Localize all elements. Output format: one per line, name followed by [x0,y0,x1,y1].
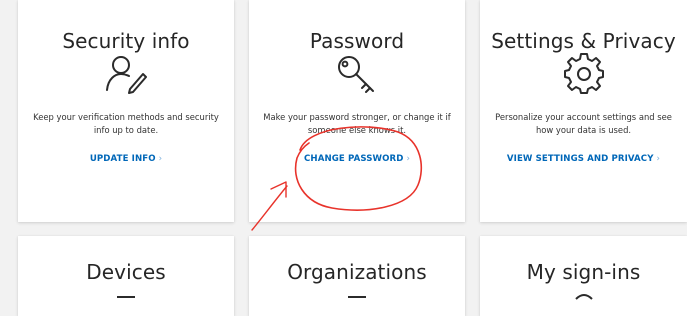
chevron-right-icon: › [656,154,661,164]
password-card[interactable]: Password Make your password stronger, or… [249,0,465,222]
security-info-title: Security info [62,29,190,53]
settings-privacy-title: Settings & Privacy [491,29,676,53]
settings-privacy-description: Personalize your account settings and se… [495,112,672,135]
password-description: Make your password stronger, or change i… [263,112,451,135]
password-title: Password [309,29,405,53]
change-password-label: CHANGE PASSWORD [304,154,404,164]
security-info-description: Keep your verification methods and secur… [33,112,219,135]
key-icon [335,53,379,99]
devices-title: Devices [86,260,166,284]
security-info-card[interactable]: Security info Keep your verification met… [18,0,234,222]
update-info-label: UPDATE INFO [89,154,156,164]
sign-ins-icon [569,285,599,304]
gear-icon [563,53,605,99]
view-settings-privacy-label: VIEW SETTINGS AND PRIVACY [506,154,654,164]
my-sign-ins-title: My sign-ins [526,260,641,284]
organizations-card[interactable]: Organizations [249,236,465,316]
user-edit-icon [104,54,148,98]
chevron-right-icon: › [406,154,410,164]
settings-privacy-card[interactable]: Settings & Privacy Personalize your acco… [480,0,687,222]
change-password-link[interactable]: CHANGE PASSWORD › [249,154,465,164]
update-info-link[interactable]: UPDATE INFO › [18,154,234,164]
my-sign-ins-card[interactable]: My sign-ins [480,236,687,316]
organization-icon [342,286,372,305]
devices-card[interactable]: Devices [18,236,234,316]
organizations-title: Organizations [287,260,427,284]
chevron-right-icon: › [158,154,163,164]
devices-icon [111,286,141,305]
view-settings-privacy-link[interactable]: VIEW SETTINGS AND PRIVACY › [480,154,687,164]
